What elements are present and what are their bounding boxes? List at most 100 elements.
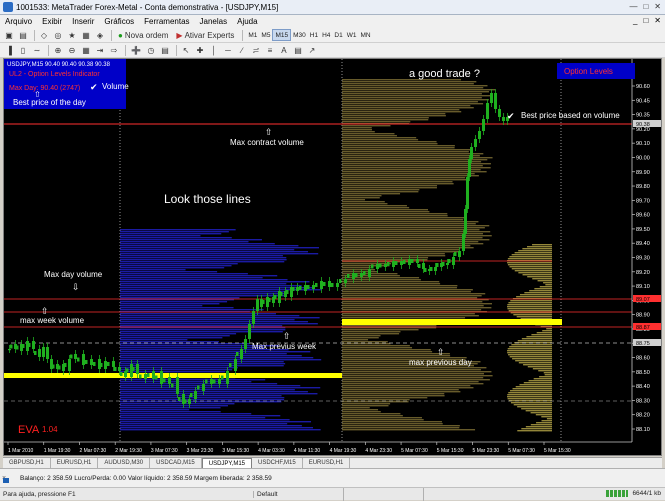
text-label-icon[interactable]: ▤ [292, 44, 304, 56]
title-bar: 1001533: MetaTrader Forex-Metal - Conta … [0, 0, 665, 15]
day-profile-bar [342, 197, 380, 199]
fibonacci-icon[interactable]: ≡ [264, 44, 276, 56]
right-profile-bar [528, 380, 552, 382]
auto-trading-button[interactable]: ▶ Ativar Experts [173, 29, 237, 41]
day-profile-bar [342, 223, 476, 225]
tab-usdcad-m15[interactable]: USDCAD,M15 [150, 458, 202, 468]
menu-item-inserir[interactable]: Inserir [67, 17, 99, 26]
day-profile-bar [342, 387, 474, 389]
indicators-icon[interactable]: ➕ [129, 44, 143, 56]
chart-canvas[interactable]: 90.6090.4590.3590.2090.1090.0089.9089.80… [4, 59, 662, 456]
templates-icon[interactable]: ▤ [159, 44, 171, 56]
day-profile-bar [342, 331, 401, 333]
terminal-icon[interactable]: ▦ [80, 29, 92, 41]
timeframe-m15[interactable]: M15 [272, 29, 292, 41]
candle-body [252, 311, 255, 324]
day-profile-bar [342, 257, 429, 259]
minimize-icon[interactable]: — [629, 2, 637, 11]
vertical-line-icon[interactable]: │ [208, 44, 220, 56]
week-profile-bar [120, 393, 318, 395]
indicator-name: UL2 - Option Levels Indicator [9, 71, 100, 78]
crosshair-icon[interactable]: ✚ [194, 44, 206, 56]
market-watch-icon[interactable]: ◇ [38, 29, 50, 41]
right-profile-bar [509, 256, 552, 258]
trendline-icon[interactable]: ∕ [236, 44, 248, 56]
candle-body [64, 363, 67, 367]
strategy-tester-icon[interactable]: ◈ [94, 29, 106, 41]
day-profile-bar [342, 169, 481, 171]
arrows-icon[interactable]: ↗ [306, 44, 318, 56]
week-profile-bar [120, 259, 287, 261]
profiles-icon[interactable]: ▤ [17, 29, 29, 41]
right-profile-bar [513, 404, 552, 406]
channel-icon[interactable]: ≓ [250, 44, 262, 56]
child-close-icon[interactable]: ✕ [654, 16, 661, 25]
right-profile-bar [523, 382, 552, 384]
close-icon[interactable]: ✕ [654, 2, 661, 11]
timeframe-w1[interactable]: W1 [345, 29, 359, 41]
horizontal-line-icon[interactable]: ─ [222, 44, 234, 56]
day-profile-bar [342, 203, 388, 205]
child-restore-icon[interactable]: □ [643, 16, 648, 25]
bar-chart-icon[interactable]: ▐ [3, 44, 15, 56]
zoom-out-icon[interactable]: ⊖ [66, 44, 78, 56]
price-tag-label: 88.87 [636, 325, 650, 331]
menu-item-graficos[interactable]: Gráficos [99, 17, 139, 26]
tab-eurusd-h1-2[interactable]: EURUSD,H1 [303, 458, 351, 468]
week-profile-bar [120, 271, 218, 273]
day-profile-bar [342, 429, 476, 431]
candle-body [8, 349, 11, 351]
timeframe-m5[interactable]: M5 [259, 29, 272, 41]
new-order-button[interactable]: ● Nova ordem [115, 29, 171, 41]
right-profile-bar [510, 300, 552, 302]
menu-item-ajuda[interactable]: Ajuda [232, 17, 262, 26]
tab-usdjpy-m15[interactable]: USDJPY,M15 [201, 458, 252, 468]
candle-body [490, 93, 493, 103]
candle-body [442, 262, 445, 266]
periods-icon[interactable]: ◷ [145, 44, 157, 56]
auto-scroll-icon[interactable]: ⇨ [108, 44, 120, 56]
new-chart-icon[interactable]: ▣ [3, 29, 15, 41]
timeframe-m1[interactable]: M1 [246, 29, 259, 41]
zoom-in-icon[interactable]: ⊕ [52, 44, 64, 56]
timeframe-h4[interactable]: H4 [320, 29, 332, 41]
candle-body [213, 379, 216, 384]
right-profile-bar [521, 408, 552, 410]
menu-item-arquivo[interactable]: Arquivo [0, 17, 37, 26]
timeframe-m30[interactable]: M30 [291, 29, 308, 41]
timeframe-h1[interactable]: H1 [308, 29, 320, 41]
tile-windows-icon[interactable]: ▦ [80, 44, 92, 56]
week-profile-bar [120, 323, 318, 325]
menu-item-janelas[interactable]: Janelas [195, 17, 233, 26]
timeframe-d1[interactable]: D1 [332, 29, 344, 41]
data-window-icon[interactable]: ◎ [52, 29, 64, 41]
day-profile-bar [342, 135, 397, 137]
tab-usdchf-m15[interactable]: USDCHF,M15 [252, 458, 303, 468]
text-tool-icon[interactable]: A [278, 44, 290, 56]
cursor-icon[interactable]: ↖ [180, 44, 192, 56]
right-profile-bar [526, 246, 552, 248]
week-profile-bar [120, 337, 223, 339]
timeframe-mn[interactable]: MN [358, 29, 372, 41]
candle-body [244, 339, 247, 349]
price-tick-label: 89.50 [636, 227, 650, 233]
tab-eurusd-h1[interactable]: EURUSD,H1 [51, 458, 99, 468]
time-tick-label: 5 Mar 15:30 [544, 448, 571, 454]
candlestick-icon[interactable]: ▯ [17, 44, 29, 56]
maximize-icon[interactable]: □ [643, 2, 648, 11]
right-profile-bar [507, 350, 552, 352]
line-chart-icon[interactable]: ∼ [31, 44, 43, 56]
candle-body [118, 367, 121, 371]
tab-gbpusd-h1[interactable]: GBPUSD,H1 [3, 458, 51, 468]
chart-window[interactable]: 90.60 90.45 90.35 90.20 90.10 90.00 89.90 89.80… [3, 58, 662, 456]
child-minimize-icon[interactable]: _ [633, 16, 637, 25]
navigator-icon[interactable]: ★ [66, 29, 78, 41]
menu-item-ferramentas[interactable]: Ferramentas [139, 17, 194, 26]
chart-shift-icon[interactable]: ⇥ [94, 44, 106, 56]
status-cell [423, 487, 503, 501]
week-profile-bar [120, 409, 190, 411]
day-profile-bar [342, 159, 488, 161]
week-profile-bar [120, 387, 321, 389]
menu-item-exibir[interactable]: Exibir [37, 17, 67, 26]
tab-audusd-m30[interactable]: AUDUSD,M30 [98, 458, 151, 468]
